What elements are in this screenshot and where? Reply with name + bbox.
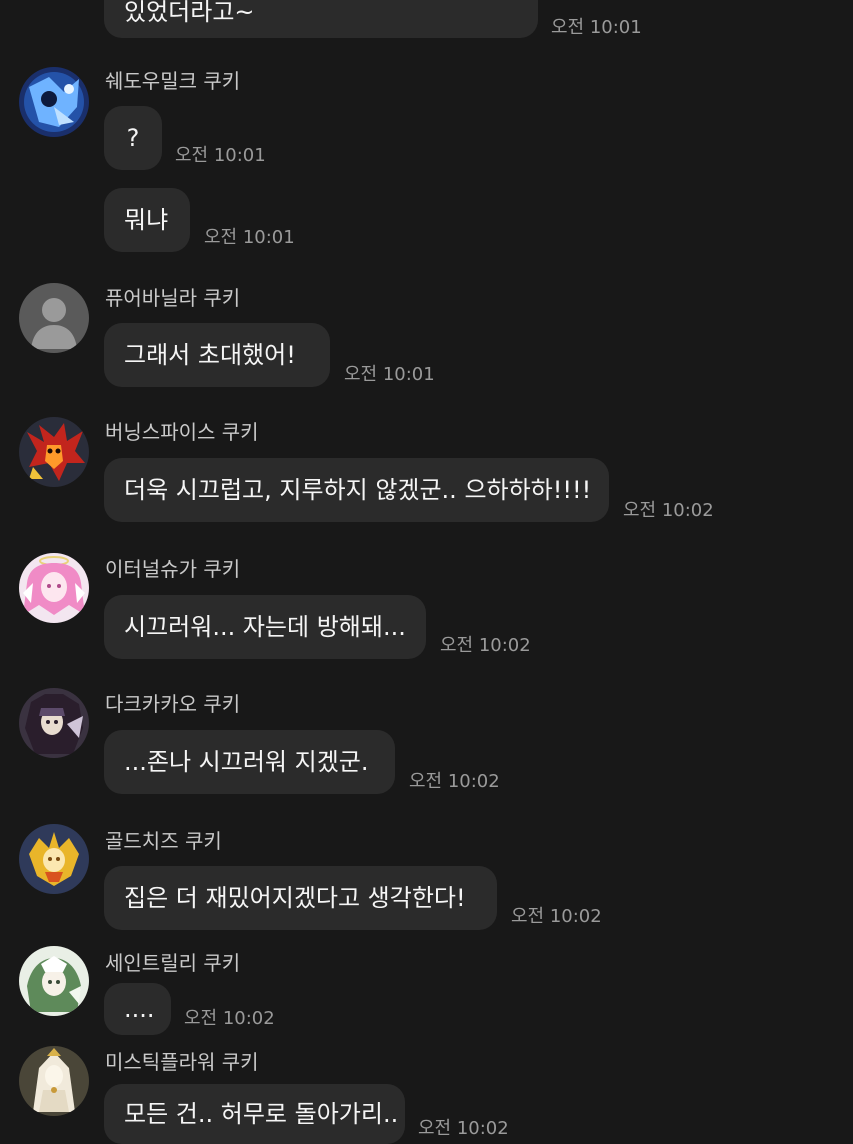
sender-name: 다크카카오 쿠키 — [105, 692, 241, 716]
message-bubble[interactable]: ? — [104, 106, 162, 170]
message-text: ...존나 시끄러워 지겠군. — [124, 748, 369, 776]
default-profile-icon[interactable] — [19, 283, 89, 353]
message-bubble[interactable]: 집은 더 재밌어지겠다고 생각한다! — [104, 866, 497, 930]
message-timestamp: 오전 10:02 — [184, 1008, 275, 1029]
shadow-milk-avatar-icon[interactable] — [19, 67, 89, 137]
message-bubble[interactable]: 더욱 시끄럽고, 지루하지 않겠군.. 으하하하!!!! — [104, 458, 609, 522]
message-timestamp: 오전 10:01 — [344, 364, 435, 385]
message-text: ? — [126, 124, 140, 152]
message-bubble[interactable]: 모든 건.. 허무로 돌아가리.. — [104, 1084, 405, 1144]
sender-name: 세인트릴리 쿠키 — [105, 951, 241, 975]
message-timestamp: 오전 10:02 — [409, 771, 500, 792]
eternal-sugar-avatar-icon[interactable] — [19, 553, 89, 623]
mystic-flower-avatar-icon[interactable] — [19, 1046, 89, 1116]
saint-lily-avatar-icon[interactable] — [19, 946, 89, 1016]
burning-spice-avatar-icon[interactable] — [19, 417, 89, 487]
message-bubble[interactable]: 시끄러워... 자는데 방해돼... — [104, 595, 426, 659]
message-timestamp: 오전 10:02 — [440, 635, 531, 656]
message-bubble[interactable]: 그래서 초대했어! — [104, 323, 330, 387]
message-text: 더욱 시끄럽고, 지루하지 않겠군.. 으하하하!!!! — [124, 476, 592, 504]
message-timestamp: 오전 10:02 — [511, 906, 602, 927]
message-timestamp: 오전 10:01 — [204, 227, 295, 248]
message-text: .... — [124, 995, 155, 1023]
message-timestamp: 오전 10:02 — [418, 1118, 509, 1139]
message-text: 모든 건.. 허무로 돌아가리.. — [124, 1100, 399, 1128]
message-bubble[interactable]: 뭐냐 — [104, 188, 190, 252]
sender-name: 미스틱플라워 쿠키 — [105, 1050, 259, 1074]
message-bubble[interactable]: 있었더라고~ — [104, 0, 538, 38]
chat-messages-list[interactable]: 있었더라고~ 오전 10:01 쉐도우밀크 쿠키 ? 오전 10:01 뭐냐 오… — [0, 0, 853, 1144]
message-timestamp: 오전 10:02 — [623, 500, 714, 521]
sender-name: 이터널슈가 쿠키 — [105, 557, 241, 581]
sender-name: 쉐도우밀크 쿠키 — [105, 69, 241, 93]
message-text: 집은 더 재밌어지겠다고 생각한다! — [124, 884, 466, 912]
message-timestamp: 오전 10:01 — [175, 145, 266, 166]
dark-cacao-avatar-icon[interactable] — [19, 688, 89, 758]
golden-cheese-avatar-icon[interactable] — [19, 824, 89, 894]
message-text: 있었더라고~ — [124, 0, 255, 26]
sender-name: 퓨어바닐라 쿠키 — [105, 286, 241, 310]
message-text: 뭐냐 — [124, 206, 169, 234]
sender-name: 버닝스파이스 쿠키 — [105, 420, 259, 444]
message-bubble[interactable]: .... — [104, 983, 171, 1035]
sender-name: 골드치즈 쿠키 — [105, 829, 222, 853]
message-text: 그래서 초대했어! — [124, 341, 296, 369]
message-text: 시끄러워... 자는데 방해돼... — [124, 613, 406, 641]
message-bubble[interactable]: ...존나 시끄러워 지겠군. — [104, 730, 395, 794]
message-timestamp: 오전 10:01 — [551, 17, 642, 38]
